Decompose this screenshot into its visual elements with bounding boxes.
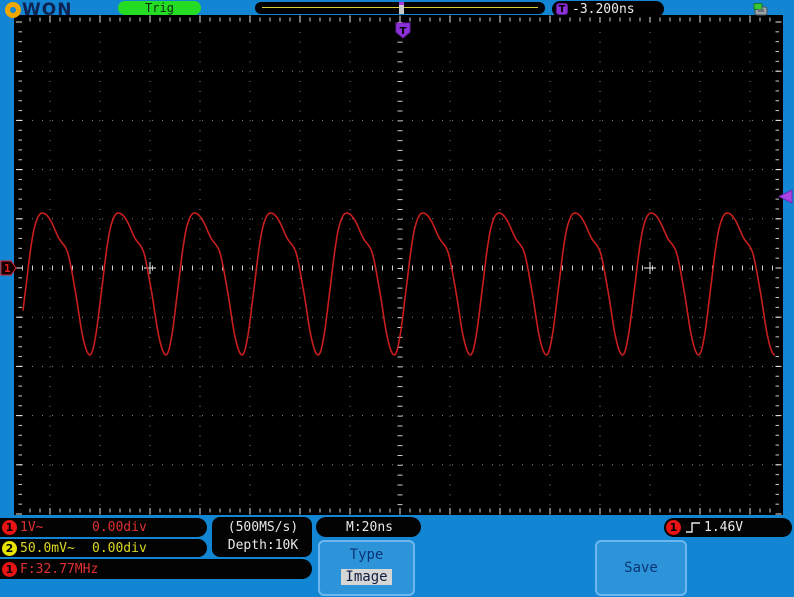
rising-edge-icon	[686, 522, 700, 533]
channel1-offset: 0.00div	[92, 520, 147, 535]
channel2-badge: 2	[2, 540, 17, 556]
trigger-position-slider-cap	[399, 2, 404, 5]
channel1-marker-label: 1	[4, 262, 11, 275]
channel1-position-marker: 1	[0, 260, 17, 276]
trigger-position-slider	[399, 4, 404, 14]
memory-depth: Depth:10K	[227, 538, 299, 553]
trigger-channel-badge: 1	[666, 520, 681, 535]
type-menu-label: Type	[349, 547, 384, 563]
channel1-readout: 1 1V~ 0.00div	[0, 518, 207, 537]
trigger-time-readout: T -3.200ns	[552, 1, 664, 17]
horizontal-position-bar	[255, 2, 545, 14]
usb-storage-icon	[753, 3, 768, 16]
trigger-level-readout: 1 1.46V	[664, 518, 792, 537]
save-button[interactable]: Save	[595, 540, 687, 596]
trigger-level-value: 1.46V	[704, 520, 744, 535]
sample-rate: (500MS/s)	[227, 520, 299, 535]
scope-display: T	[14, 15, 783, 515]
channel2-scale: 50.0mV~	[20, 540, 75, 556]
channel1-scale: 1V~	[20, 520, 44, 535]
type-menu-button[interactable]: Type Image	[318, 540, 415, 596]
oscilloscope-screen: WON Trig T -3.200ns T 1 1 1V~ 0.00div 2 …	[0, 0, 794, 597]
trigger-time-value: -3.200ns	[572, 1, 635, 17]
frequency-readout: 1 F:32.77MHz	[0, 559, 312, 579]
logo-text: WON	[22, 0, 73, 20]
frequency-channel-badge: 1	[2, 561, 17, 577]
trigger-t-icon: T	[556, 3, 568, 15]
channel2-offset: 0.00div	[92, 540, 147, 556]
owon-logo: WON	[5, 0, 73, 20]
logo-o-ring-icon	[5, 1, 21, 18]
frequency-value: F:32.77MHz	[20, 561, 99, 577]
type-menu-value: Image	[341, 569, 392, 585]
save-button-label: Save	[624, 560, 658, 576]
scope-background	[14, 15, 783, 515]
channel2-readout: 2 50.0mV~ 0.00div	[0, 539, 207, 557]
channel1-badge: 1	[2, 520, 17, 535]
trigger-level-marker-icon	[777, 189, 793, 204]
acquisition-readout: (500MS/s) Depth:10K	[212, 517, 312, 557]
svg-text:T: T	[400, 26, 407, 37]
timebase-readout: M:20ns	[316, 517, 421, 537]
trigger-status-badge: Trig	[118, 1, 201, 15]
